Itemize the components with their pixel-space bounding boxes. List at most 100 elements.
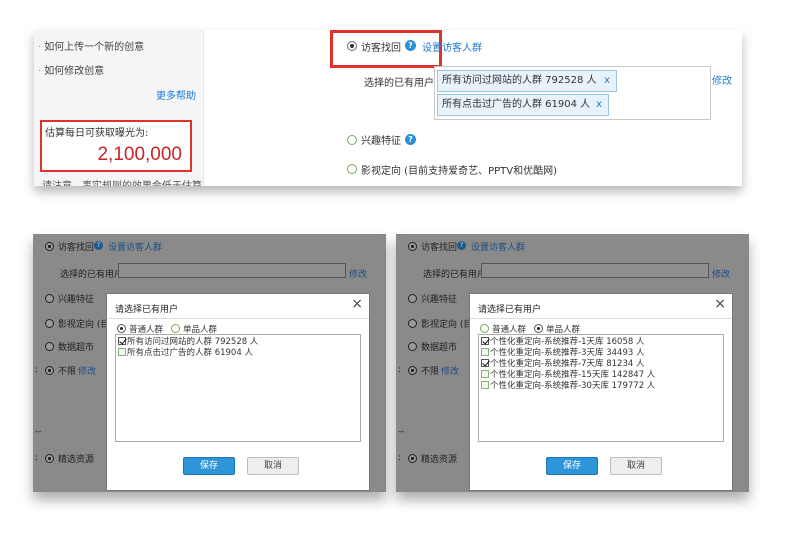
normal-crowd-radio[interactable] — [117, 324, 126, 333]
video-option-label: 影视定向 (目 — [421, 320, 473, 330]
list-item-label: 所有点击过广告的人群 61904 人 — [127, 348, 253, 358]
single-item-radio[interactable] — [171, 324, 180, 333]
save-button[interactable]: 保存 — [546, 457, 598, 475]
list-item[interactable]: 个性化重定向-系统推荐-15天库 142847 人 — [481, 370, 655, 381]
existing-users-box — [481, 263, 709, 278]
help-link-upload[interactable]: 如何上传一个新的创意 — [38, 38, 144, 53]
close-icon[interactable]: × — [351, 296, 363, 312]
checkbox[interactable] — [481, 381, 489, 389]
help-icon: ? — [94, 241, 103, 250]
user-tag: 所有访问过网站的人群 792528 人 x — [437, 70, 617, 92]
remove-tag-icon[interactable]: x — [596, 95, 602, 115]
set-visitor-link[interactable]: 设置访客人群 — [422, 39, 482, 54]
data-market-radio — [408, 342, 417, 351]
dialog-screenshot-single: 访客找回 ? 设置访客人群 选择的已有用户: 修改 兴趣特征 影视定向 (目 数… — [396, 234, 749, 492]
existing-users-label: 选择的已有用户: — [60, 270, 127, 280]
more-help-link[interactable]: 更多帮助 — [156, 87, 196, 102]
unlimited-modify-link: 修改 — [78, 367, 97, 377]
modify-link[interactable]: 修改 — [712, 72, 732, 87]
visitor-option-label: 访客找回 — [361, 43, 401, 54]
list-item-label: 个性化重定向-系统推荐-1天库 16058 人 — [490, 337, 645, 347]
single-item-radio[interactable] — [534, 324, 543, 333]
dialog-screenshot-normal: 访客找回 ? 设置访客人群 选择的已有用户: 修改 兴趣特征 影视定向 (目 数… — [33, 234, 386, 492]
list-item[interactable]: 个性化重定向-系统推荐-30天库 179772 人 — [481, 381, 655, 392]
unlimited-radio — [408, 366, 417, 375]
checkbox[interactable] — [481, 370, 489, 378]
help-link-modify[interactable]: 如何修改创意 — [38, 62, 104, 77]
interest-radio — [408, 294, 417, 303]
user-list: 所有访问过网站的人群 792528 人 所有点击过广告的人群 61904 人 — [115, 334, 361, 442]
video-option-label: 影视定向 (目前支持爱奇艺、PPTV和优酷网) — [361, 166, 557, 177]
visitor-radio[interactable] — [347, 41, 357, 51]
visitor-radio — [45, 242, 54, 251]
tag-label: 所有点击过广告的人群 61904 人 — [442, 99, 591, 110]
set-visitor-link: 设置访客人群 — [108, 243, 163, 253]
video-radio — [45, 319, 54, 328]
interest-option-label: 兴趣特征 — [361, 136, 401, 147]
interest-option-label: 兴趣特征 — [421, 295, 458, 305]
list-item[interactable]: 所有点击过广告的人群 61904 人 — [118, 348, 253, 359]
selected-resource-label: 精选资源 — [421, 455, 458, 465]
checkbox[interactable] — [118, 348, 126, 356]
normal-crowd-radio[interactable] — [480, 324, 489, 333]
user-list: 个性化重定向-系统推荐-1天库 16058 人 个性化重定向-系统推荐-3天库 … — [478, 334, 724, 442]
unlimited-modify-link: 修改 — [441, 367, 460, 377]
select-users-dialog: 请选择已有用户 × 普通人群 单品人群 个性化重定向-系统推荐-1天库 1605… — [469, 293, 733, 491]
selected-resource-label: 精选资源 — [58, 455, 95, 465]
list-item[interactable]: 个性化重定向-系统推荐-7天库 81234 人 — [481, 359, 645, 370]
select-users-dialog: 请选择已有用户 × 普通人群 单品人群 所有访问过网站的人群 792528 人 … — [106, 293, 370, 491]
data-market-label: 数据超市 — [421, 343, 458, 353]
list-item-label: 个性化重定向-系统推荐-30天库 179772 人 — [490, 381, 656, 391]
visitor-option-label: 访客找回 — [421, 243, 458, 253]
interest-radio[interactable] — [347, 135, 357, 145]
list-item[interactable]: 所有访问过网站的人群 792528 人 — [118, 337, 258, 348]
checkbox[interactable] — [481, 337, 489, 345]
separator-dashes: -- — [398, 427, 405, 437]
interest-radio — [45, 294, 54, 303]
unlimited-label: 不限 — [421, 367, 440, 377]
modify-link: 修改 — [712, 270, 731, 280]
interest-option-label: 兴趣特征 — [58, 295, 95, 305]
data-market-radio — [45, 342, 54, 351]
help-sidebar: 如何上传一个新的创意 如何修改创意 更多帮助 估算每日可获取曝光为: 2,100… — [34, 30, 204, 186]
modify-link: 修改 — [349, 270, 368, 280]
selected-resource-radio — [408, 454, 417, 463]
existing-users-label: 选择的已有用户: — [423, 270, 490, 280]
remove-tag-icon[interactable]: x — [604, 71, 610, 91]
list-item-label: 个性化重定向-系统推荐-15天库 142847 人 — [490, 370, 656, 380]
existing-users-label: 选择的已有用户: — [364, 78, 438, 89]
cancel-button[interactable]: 取消 — [610, 457, 662, 475]
cancel-button[interactable]: 取消 — [247, 457, 299, 475]
help-icon: ? — [457, 241, 466, 250]
tag-label: 所有访问过网站的人群 792528 人 — [442, 75, 597, 86]
list-item-label: 个性化重定向-系统推荐-7天库 81234 人 — [490, 359, 645, 369]
video-radio[interactable] — [347, 164, 357, 174]
estimate-label: 估算每日可获取曝光为: — [45, 128, 149, 139]
estimate-value: 2,100,000 — [97, 144, 182, 165]
list-item-label: 个性化重定向-系统推荐-3天库 34493 人 — [490, 348, 645, 358]
save-button[interactable]: 保存 — [183, 457, 235, 475]
list-item[interactable]: 个性化重定向-系统推荐-3天库 34493 人 — [481, 348, 645, 359]
dialog-divider — [107, 318, 369, 319]
video-radio — [408, 319, 417, 328]
existing-users-box[interactable]: 所有访问过网站的人群 792528 人 x 所有点击过广告的人群 61904 人… — [434, 66, 711, 120]
checkbox[interactable] — [118, 337, 126, 345]
user-tag: 所有点击过广告的人群 61904 人 x — [437, 94, 609, 116]
checkbox[interactable] — [481, 348, 489, 356]
list-item-label: 所有访问过网站的人群 792528 人 — [127, 337, 259, 347]
selected-resource-radio — [45, 454, 54, 463]
unlimited-radio — [45, 366, 54, 375]
list-item[interactable]: 个性化重定向-系统推荐-1天库 16058 人 — [481, 337, 645, 348]
video-option-label: 影视定向 (目 — [58, 320, 110, 330]
close-icon[interactable]: × — [714, 296, 726, 312]
dialog-title: 请选择已有用户 — [478, 305, 542, 315]
help-icon[interactable]: ? — [405, 134, 416, 145]
visitor-option-label: 访客找回 — [58, 243, 95, 253]
checkbox[interactable] — [481, 359, 489, 367]
set-visitor-link: 设置访客人群 — [471, 243, 526, 253]
visitor-radio — [408, 242, 417, 251]
help-icon[interactable]: ? — [405, 40, 416, 51]
separator-dashes: -- — [35, 427, 42, 437]
existing-users-box — [118, 263, 346, 278]
sidebar-note: 请注意，事实规则的效果会低于估算 — [42, 177, 202, 186]
